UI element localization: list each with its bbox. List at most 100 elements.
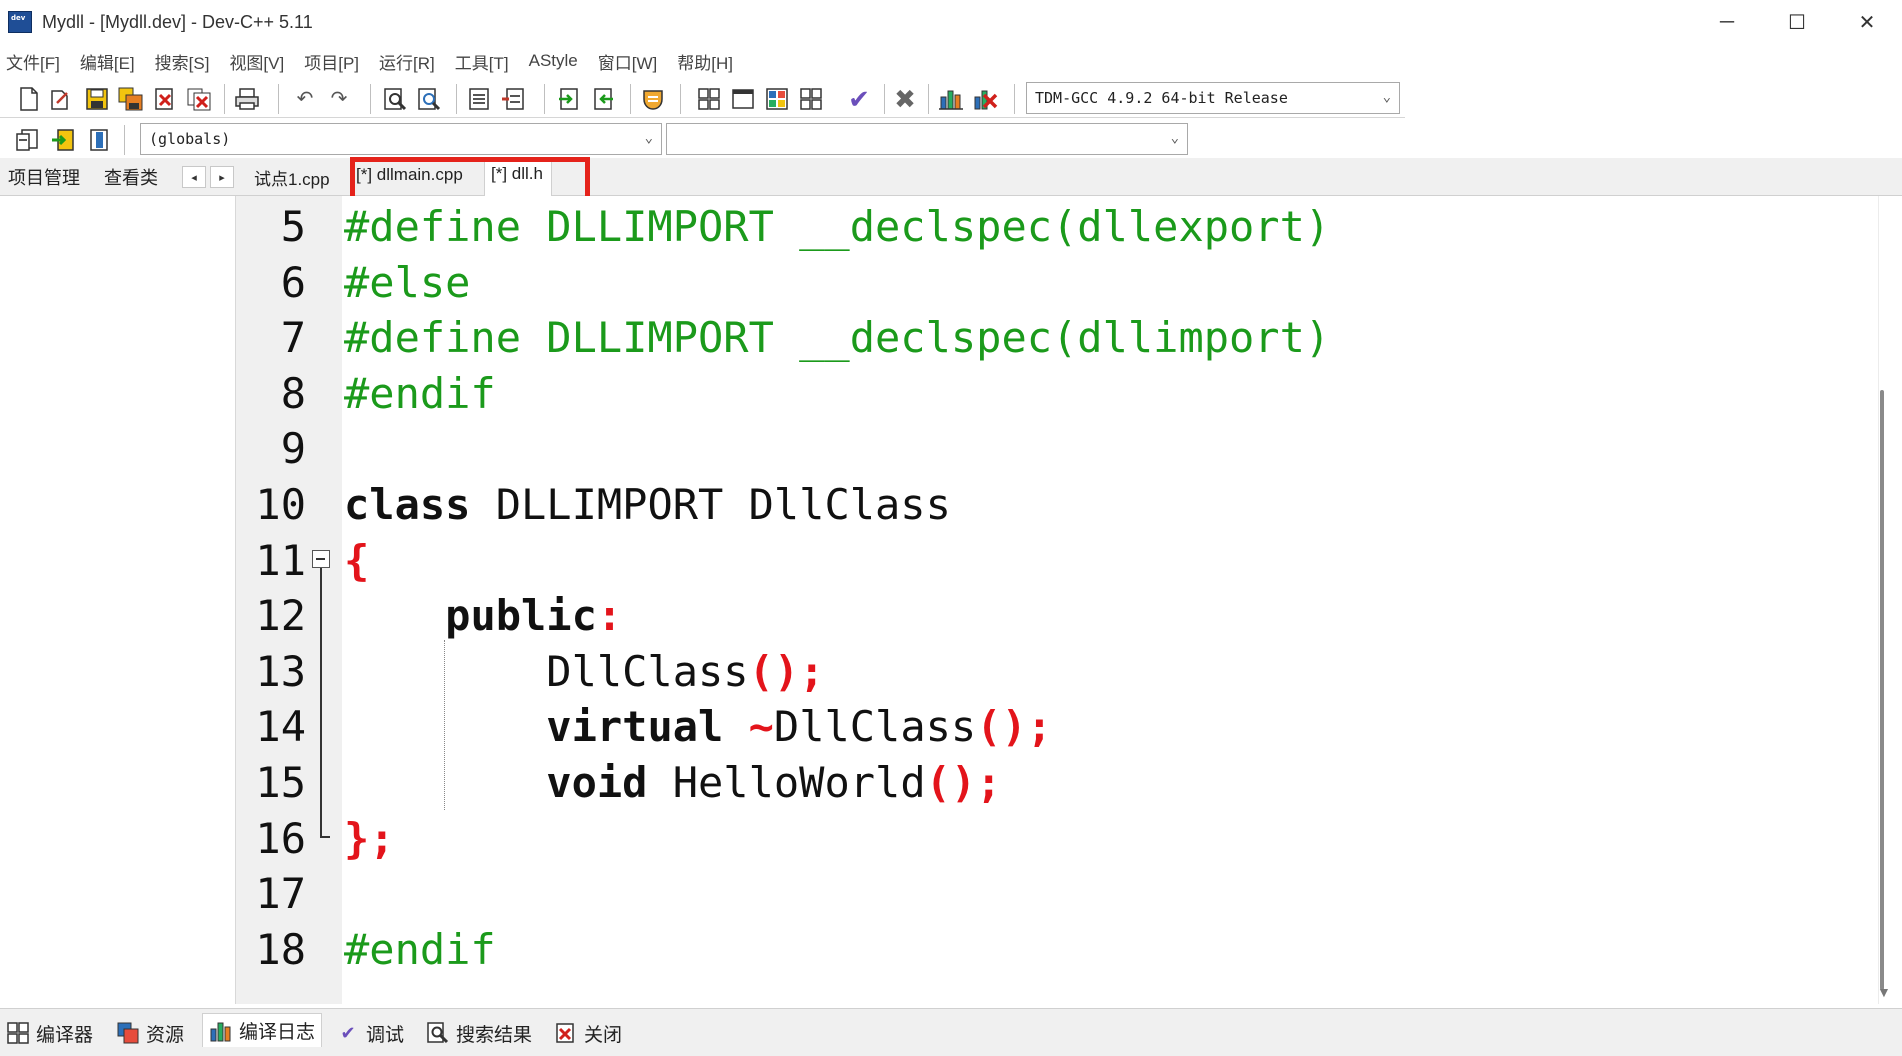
delete-profile-icon[interactable] [972,86,998,112]
rebuild-all-icon[interactable] [798,86,824,112]
menu-search[interactable]: 搜索[S] [155,49,210,74]
indent-guide [444,640,445,810]
code-line: public: [344,588,622,644]
syntax-check-icon[interactable]: ✔ [846,86,872,112]
line-number: 12 [255,591,306,641]
indent-icon[interactable] [556,86,582,112]
goto-line-icon[interactable] [466,86,492,112]
tab-search-results[interactable]: 搜索结果 [426,1019,532,1047]
close-button[interactable]: ✕ [1832,0,1902,44]
compiler-select[interactable]: TDM-GCC 4.9.2 64-bit Release ⌄ [1026,82,1400,114]
menu-run[interactable]: 运行[R] [379,49,435,74]
code-line: DllClass(); [344,644,824,700]
close-all-icon[interactable] [186,86,212,112]
tab-compile-log[interactable]: 编译日志 [202,1013,323,1047]
compile-run-icon[interactable] [764,86,790,112]
toggle-bookmark-icon[interactable] [500,86,526,112]
goto-definition-icon[interactable] [86,127,112,153]
line-number: 6 [280,257,306,307]
code-token: void [546,758,648,807]
profile-icon[interactable] [938,86,964,112]
window-title: Mydll - [Mydll.dev] - Dev-C++ 5.11 [42,11,313,32]
toolbar-separator [370,84,371,114]
menu-window[interactable]: 窗口[W] [598,49,658,74]
tab-class-browser[interactable]: 查看类 [104,164,158,190]
tab-compile-log-label: 编译日志 [239,1022,316,1043]
redo-icon[interactable]: ↷ [326,86,352,112]
line-number: 17 [255,869,306,919]
line-number: 16 [255,813,306,863]
print-icon[interactable] [234,86,260,112]
tab-file-test-cpp[interactable]: 试点1.cpp [254,165,330,190]
unindent-icon[interactable] [590,86,616,112]
debug-check-icon: ✔ [340,1022,356,1043]
tab-file-dllmain-cpp[interactable]: [*] dllmain.cpp [356,165,463,185]
code-token: : [596,591,623,641]
tab-scroll-left-icon[interactable]: ◂ [182,166,206,188]
insert-code-icon[interactable] [14,127,40,153]
run-icon[interactable] [730,86,756,112]
tab-close[interactable]: 关闭 [554,1019,622,1047]
fold-range-line [320,568,322,838]
resources-icon [116,1021,140,1045]
tab-file-dll-h[interactable]: [*] dll.h [484,158,552,196]
tab-compiler[interactable]: 编译器 [6,1019,93,1047]
line-number: 8 [280,368,306,418]
save-all-icon[interactable] [118,86,144,112]
line-number: 5 [280,202,306,251]
code-token: #endif [344,924,496,974]
code-line: { [344,533,369,589]
menu-tools[interactable]: 工具[T] [455,49,509,74]
project-icon[interactable] [640,86,666,112]
tab-resources[interactable]: 资源 [116,1019,184,1047]
class-toolbar: (globals) ⌄ ⌄ [0,119,1192,157]
tab-compiler-label: 编译器 [36,1024,94,1046]
member-select[interactable]: ⌄ [666,123,1188,155]
fold-range-end [320,836,330,838]
code-line: #else [344,255,470,311]
new-file-icon[interactable] [16,86,42,112]
compiler-icon [6,1021,30,1045]
tab-scroll-right-icon[interactable]: ▸ [210,166,234,188]
toolbar-separator [456,84,457,114]
open-file-icon[interactable] [48,86,74,112]
compile-icon[interactable] [696,86,722,112]
scroll-down-icon[interactable]: ▼ [1877,984,1891,1000]
save-icon[interactable] [84,86,110,112]
code-token: class [344,480,471,529]
chevron-down-icon: ⌄ [644,130,653,146]
code-line: }; [344,811,395,867]
undo-icon[interactable]: ↶ [292,86,318,112]
code-token: ~ [748,702,774,752]
project-panel[interactable] [0,196,236,1004]
tab-debug[interactable]: ✔ 调试 [336,1019,404,1047]
code-token: DllClass [344,646,749,696]
goto-declaration-icon[interactable] [50,127,76,153]
maximize-button[interactable]: ☐ [1762,0,1832,44]
menu-project[interactable]: 项目[P] [304,49,359,74]
menu-help[interactable]: 帮助[H] [677,49,733,74]
code-line: #endif [344,922,496,978]
find-icon[interactable] [382,86,408,112]
menu-edit[interactable]: 编辑[E] [80,49,135,74]
panel-splitter[interactable] [236,196,246,1004]
tab-close-label: 关闭 [584,1024,623,1046]
code-token: (); [925,758,1002,807]
line-number: 7 [280,313,306,363]
toolbar-separator [680,84,681,114]
scrollbar-thumb[interactable] [1880,390,1884,990]
replace-icon[interactable] [416,86,442,112]
menu-file[interactable]: 文件[F] [6,49,60,74]
scope-select[interactable]: (globals) ⌄ [140,123,662,155]
code-token: HelloWorld [647,758,926,807]
tab-project-manager[interactable]: 项目管理 [8,164,80,190]
toolbar-separator [1014,84,1015,114]
fold-collapse-icon[interactable] [312,550,330,568]
menu-astyle[interactable]: AStyle [529,51,578,71]
close-file-icon[interactable] [152,86,178,112]
line-number: 15 [255,758,306,807]
minimize-button[interactable]: ─ [1692,0,1762,44]
clean-icon[interactable]: ✖ [892,86,918,112]
menu-view[interactable]: 视图[V] [229,49,284,74]
